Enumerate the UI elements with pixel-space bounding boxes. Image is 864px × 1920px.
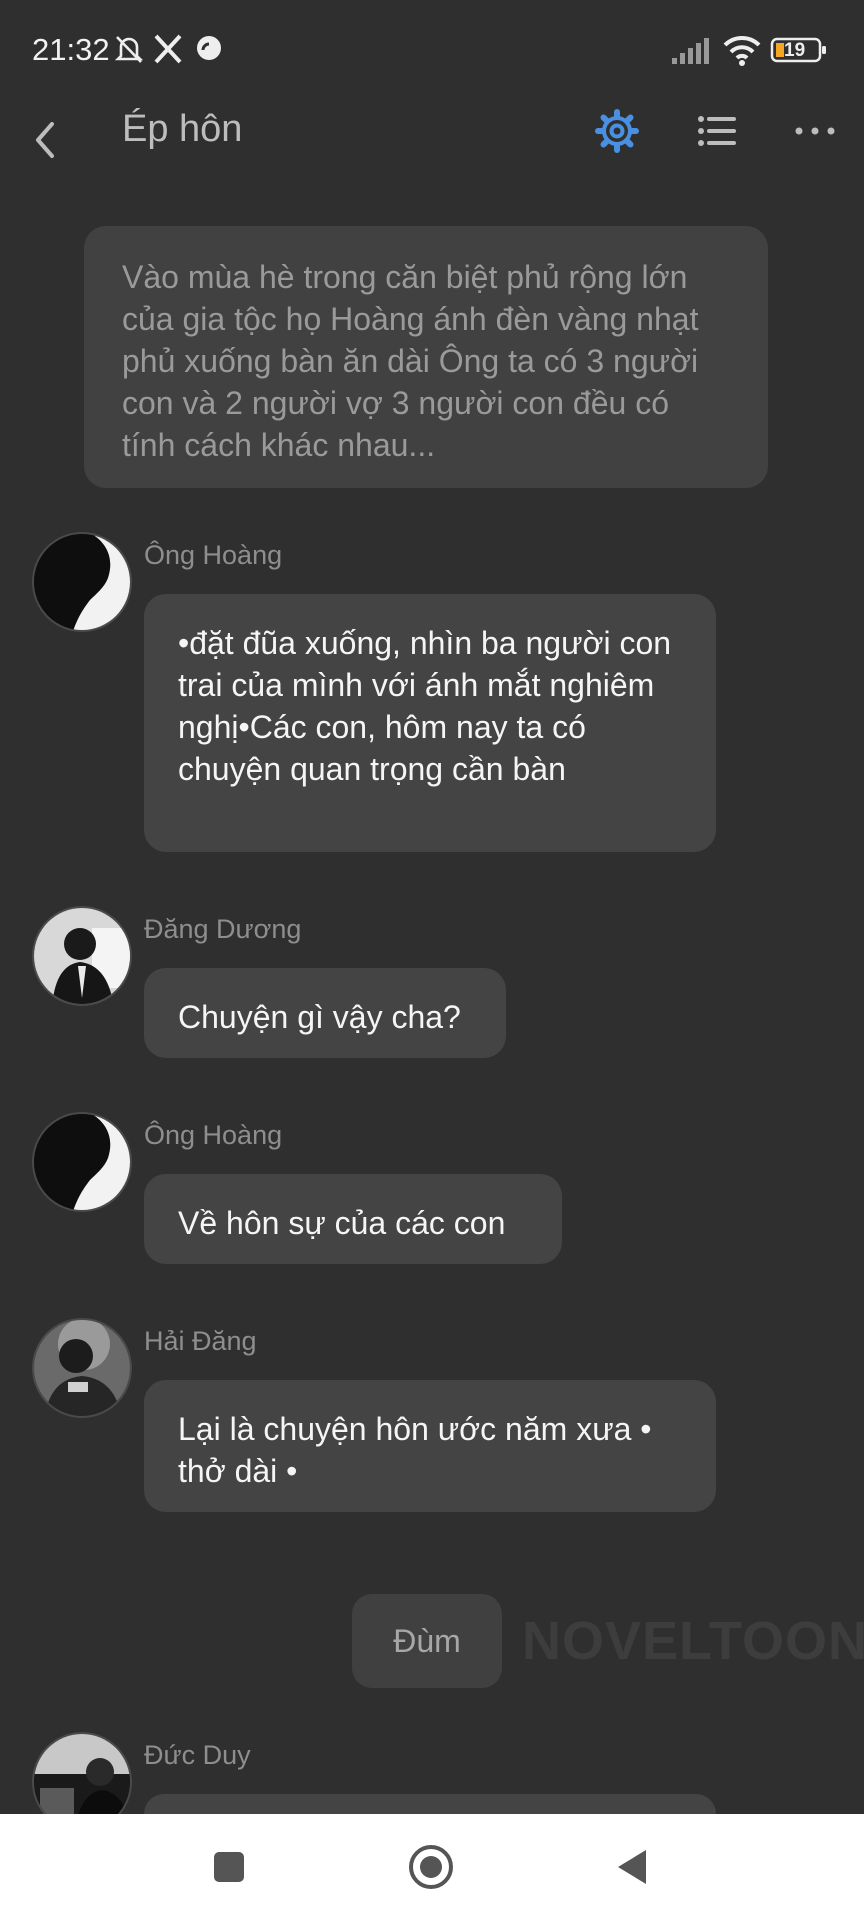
sender-name: Ông Hoàng bbox=[144, 540, 283, 570]
message-bubble: Về hôn sự của các con bbox=[144, 1174, 562, 1264]
chapter-list-icon[interactable] bbox=[692, 106, 742, 156]
avatar-ong-hoang[interactable] bbox=[32, 1112, 132, 1212]
status-time: 21:32 bbox=[32, 32, 110, 67]
sender-name: Đăng Dương bbox=[144, 914, 302, 944]
avatar-dang-duong[interactable] bbox=[32, 906, 132, 1006]
home-icon[interactable] bbox=[408, 1844, 454, 1895]
back-icon[interactable] bbox=[22, 110, 72, 170]
back-nav-icon[interactable] bbox=[614, 1848, 650, 1891]
message-bubble: Lại là chuyện hôn ước năm xưa • thở dài … bbox=[144, 1380, 716, 1512]
x-app-icon bbox=[152, 32, 184, 71]
avatar-hai-dang[interactable] bbox=[32, 1318, 132, 1418]
battery-level: 19 bbox=[784, 40, 806, 61]
message-bubble: Chuyện gì vậy cha? bbox=[144, 968, 506, 1058]
system-navigation-bar bbox=[0, 1814, 864, 1920]
muted-bell-icon bbox=[112, 32, 146, 71]
more-options-icon[interactable] bbox=[790, 106, 840, 156]
recent-apps-icon[interactable] bbox=[212, 1850, 246, 1889]
status-bar: 21:32 19 bbox=[0, 0, 864, 100]
noveltoon-watermark: NOVELTOON bbox=[522, 1611, 864, 1671]
wifi-icon bbox=[722, 34, 762, 71]
sender-name: Ông Hoàng bbox=[144, 1120, 283, 1150]
signal-icon bbox=[670, 36, 714, 71]
sender-name: Đức Duy bbox=[144, 1740, 251, 1770]
narration-block: Vào mùa hè trong căn biệt phủ rộng lớn c… bbox=[84, 226, 768, 488]
page-title: Ép hôn bbox=[122, 108, 243, 150]
message-bubble: •đặt đũa xuống, nhìn ba người con trai c… bbox=[144, 594, 716, 852]
chat-app-icon bbox=[194, 32, 224, 71]
sender-name: Hải Đăng bbox=[144, 1326, 257, 1356]
avatar-ong-hoang[interactable] bbox=[32, 532, 132, 632]
system-message: Đùm bbox=[352, 1594, 502, 1688]
settings-gear-icon[interactable] bbox=[592, 106, 642, 156]
